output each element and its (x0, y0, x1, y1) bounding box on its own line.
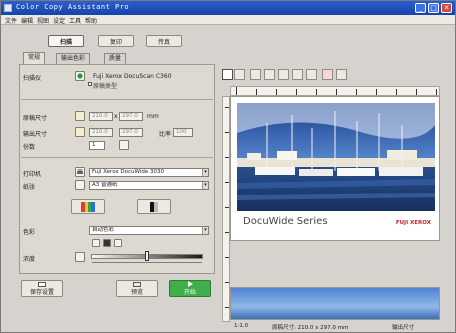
close-button[interactable]: ✕ (441, 3, 452, 13)
menu-item-view[interactable]: 视图 (37, 16, 49, 25)
window-title: Color Copy Assistant Pro (16, 3, 130, 11)
save-settings-button[interactable]: 保存设置 (21, 280, 63, 297)
color-select-value: 自动色彩 (92, 227, 115, 233)
app-window: Color Copy Assistant Pro _ □ ✕ 文件 编辑 视图 … (0, 0, 456, 333)
printer-icon[interactable] (75, 167, 85, 177)
color-icon (81, 201, 95, 212)
vertical-ruler (222, 96, 230, 322)
paper-icon[interactable] (75, 180, 85, 190)
color-mode-button[interactable] (71, 199, 105, 214)
ratio-field[interactable]: 100 (173, 128, 193, 137)
title-bar: Color Copy Assistant Pro _ □ ✕ (1, 1, 455, 15)
scanner-option-checkbox[interactable] (88, 82, 92, 86)
scan-preview[interactable]: DocuWide Series FUJI XEROX (230, 96, 440, 241)
mono-mode-button[interactable] (137, 199, 171, 214)
ratio-label: 比率 (159, 131, 172, 138)
output-size-label: 输出尺寸 (23, 131, 48, 138)
zoom-in-icon[interactable] (234, 69, 245, 80)
preview-label: 预览 (130, 288, 143, 296)
mode-copy-button[interactable]: 复印 (98, 35, 134, 47)
app-icon (4, 4, 12, 12)
density-reset-button[interactable] (75, 252, 85, 262)
paper-label: 纸张 (23, 184, 36, 191)
mode-scan-button[interactable]: 扫描 (48, 35, 84, 47)
tab-general[interactable]: 常规 (23, 52, 46, 64)
copies-label: 份数 (23, 144, 36, 151)
output-size-icon[interactable] (75, 127, 85, 137)
start-label: 开始 (183, 289, 196, 296)
paper-select-value: A3 普通纸 (92, 182, 118, 188)
scan-size-label: 原稿尺寸 (23, 115, 48, 122)
paper-select[interactable]: A3 普通纸 ▾ (89, 181, 209, 190)
menu-item-settings[interactable]: 设定 (53, 16, 65, 25)
preview-banner-title: DocuWide Series (243, 216, 328, 227)
preview-button[interactable]: 预览 (116, 280, 158, 297)
color-label: 色彩 (23, 229, 36, 236)
flag-icon[interactable] (322, 69, 333, 80)
scan-width-field[interactable]: 210.0 (89, 112, 113, 121)
printer-label: 打印机 (23, 171, 42, 178)
copies-stepper[interactable] (119, 140, 129, 150)
section-divider-2 (21, 157, 213, 158)
mode-fax-button[interactable]: 传真 (146, 35, 182, 47)
color-select[interactable]: 自动色彩 ▾ (89, 226, 209, 235)
tab-output-color[interactable]: 输出色彩 (56, 53, 91, 64)
chevron-down-icon: ▾ (202, 169, 208, 176)
harbor-image (237, 103, 435, 211)
scan-size-unit: mm (147, 113, 159, 120)
density-label: 浓度 (23, 256, 36, 263)
status-output: 输出尺寸 (392, 325, 415, 331)
undo-icon[interactable] (336, 69, 347, 80)
copies-field[interactable]: 1 (89, 141, 105, 150)
menu-item-help[interactable]: 帮助 (85, 16, 97, 25)
status-bar: 1:1.0 原稿尺寸: 210.0 x 297.0 mm 输出尺寸 (230, 322, 445, 332)
density-auto-button[interactable] (92, 239, 100, 247)
output-height-field[interactable]: 297.0 (119, 128, 143, 137)
density-slider-thumb[interactable] (145, 251, 149, 261)
menu-item-file[interactable]: 文件 (5, 16, 17, 25)
tab-quality[interactable]: 质量 (104, 53, 127, 64)
scanner-option-label: 原稿类型 (93, 83, 118, 90)
scan-height-field[interactable]: 297.0 (119, 112, 143, 121)
menu-bar: 文件 编辑 视图 设定 工具 帮助 (1, 15, 455, 25)
density-scale (92, 262, 202, 266)
mono-icon (150, 201, 158, 212)
menu-item-tools[interactable]: 工具 (69, 16, 81, 25)
maximize-button[interactable]: □ (428, 3, 439, 13)
section-divider (21, 99, 213, 100)
printer-select[interactable]: Fuji Xerox DocuWide 3030 ▾ (89, 168, 209, 177)
horizontal-ruler (230, 86, 440, 96)
menu-item-edit[interactable]: 编辑 (21, 16, 33, 25)
printer-select-value: Fuji Xerox DocuWide 3030 (92, 169, 164, 175)
fit-icon[interactable] (264, 69, 275, 80)
status-scan-size: 原稿尺寸: 210.0 x 297.0 mm (272, 325, 349, 331)
times-sign: x (114, 113, 118, 120)
start-button[interactable]: 开始 (169, 280, 211, 297)
chevron-down-icon: ▾ (202, 182, 208, 189)
save-settings-label: 保存设置 (29, 288, 54, 296)
minimize-button[interactable]: _ (415, 3, 426, 13)
preview-banner-brand: FUJI XEROX (395, 220, 431, 226)
select-icon[interactable] (222, 69, 233, 80)
status-zoom: 1:1.0 (234, 323, 249, 329)
output-width-field[interactable]: 210.0 (89, 128, 113, 137)
density-light-button[interactable] (114, 239, 122, 247)
zoom-out-icon[interactable] (250, 69, 261, 80)
density-dark-button[interactable] (103, 239, 111, 247)
scan-size-icon[interactable] (75, 111, 85, 121)
scanner-device-name: Fuji Xerox DocuScan C360 (93, 73, 172, 80)
preview-photo (237, 103, 435, 211)
hand-icon[interactable] (292, 69, 303, 80)
rotate-icon[interactable] (278, 69, 289, 80)
scanner-icon[interactable] (75, 71, 85, 81)
marker-icon[interactable] (306, 69, 317, 80)
secondary-preview[interactable] (230, 287, 440, 320)
scanner-label: 扫描仪 (23, 75, 42, 82)
chevron-down-icon: ▾ (202, 227, 208, 234)
